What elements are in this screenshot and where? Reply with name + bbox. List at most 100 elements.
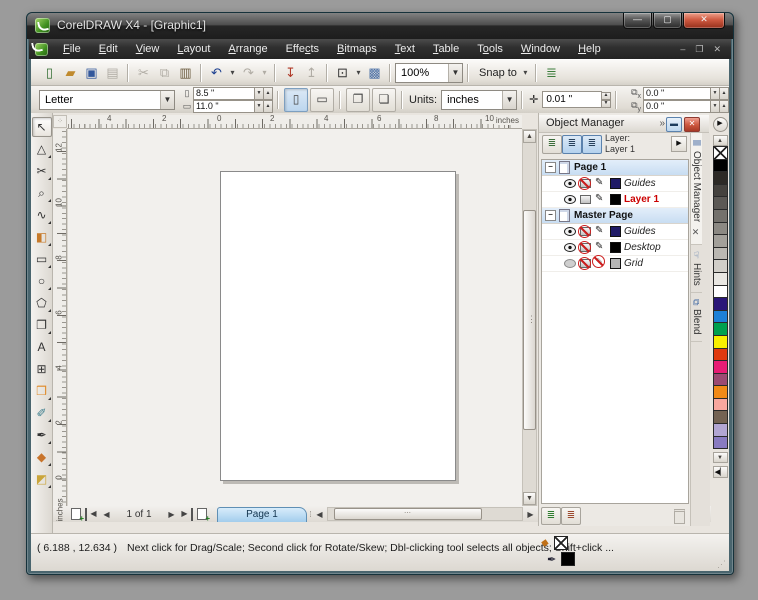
menu-table[interactable]: Table — [424, 41, 468, 57]
pencil-icon[interactable] — [595, 178, 606, 189]
new-master-layer-button[interactable]: ≣ — [561, 507, 581, 525]
add-page-icon[interactable] — [197, 508, 207, 520]
outline-pen-tool[interactable]: ✒ — [32, 425, 52, 445]
maximize-button[interactable]: ▢ — [653, 13, 682, 29]
palette-swatch-none[interactable] — [713, 146, 728, 160]
palette-swatch-pink[interactable] — [713, 398, 728, 412]
paper-width-field[interactable]: 8.5 " — [193, 87, 255, 100]
spin-up-icon[interactable]: ▲ — [720, 100, 729, 113]
paper-height-field[interactable]: 11.0 " — [193, 100, 255, 113]
menu-tools[interactable]: Tools — [468, 41, 512, 57]
tab-hints[interactable]: ☞Hints — [691, 245, 702, 293]
eye-icon[interactable] — [564, 195, 576, 204]
layer-row-guides[interactable]: Guides — [542, 224, 688, 240]
smart-fill-tool[interactable]: ◧ — [32, 227, 52, 247]
copy-icon[interactable]: ⧉ — [154, 63, 175, 83]
layer-row-grid[interactable]: Grid — [542, 256, 688, 272]
portrait-button[interactable]: ▯ — [284, 88, 308, 112]
palette-swatch-light-violet[interactable] — [713, 423, 728, 437]
chevron-down-icon[interactable]: ▼ — [160, 91, 174, 109]
doc-minimize-button[interactable]: – — [680, 44, 685, 55]
redo-icon[interactable]: ↷ — [238, 63, 259, 83]
palette-swatch-red[interactable] — [713, 348, 728, 362]
palette-swatch-yellow[interactable] — [713, 335, 728, 349]
palette-swatch-white[interactable] — [713, 285, 728, 299]
expander-icon[interactable]: − — [545, 162, 556, 173]
palette-swatch-black[interactable] — [713, 159, 728, 173]
table-tool[interactable]: ⊞ — [32, 359, 52, 379]
palette-swatch-40-black[interactable] — [713, 234, 728, 248]
printer-icon[interactable] — [580, 195, 591, 204]
expander-icon[interactable]: − — [545, 210, 556, 221]
title-bar[interactable]: CorelDRAW X4 - [Graphic1] — ▢ ✕ — [27, 13, 733, 39]
vertical-ruler[interactable]: 121086420 — [53, 129, 67, 506]
palette-swatch-80-black[interactable] — [713, 184, 728, 198]
palette-swatch-20-black[interactable] — [713, 259, 728, 273]
eye-icon[interactable] — [564, 259, 576, 268]
cut-icon[interactable]: ✂ — [133, 63, 154, 83]
horizontal-scroll-thumb[interactable]: ⋯ — [334, 508, 482, 520]
fill-color-swatch[interactable] — [554, 536, 568, 550]
menu-arrange[interactable]: Arrange — [219, 41, 276, 57]
palette-swatch-brown[interactable] — [713, 410, 728, 424]
text-tool[interactable]: A — [32, 337, 52, 357]
palette-swatch-70-black[interactable] — [713, 196, 728, 210]
export-icon[interactable]: ↥ — [301, 63, 322, 83]
horizontal-scrollbar[interactable]: ⋯ — [327, 507, 523, 521]
landscape-button[interactable]: ▭ — [310, 88, 334, 112]
pick-tool[interactable]: ↖ — [32, 117, 52, 137]
zoom-level-combo[interactable]: 100%▼ — [395, 63, 463, 83]
spin-down-icon[interactable]: ▼ — [255, 100, 264, 113]
pencil-icon[interactable] — [595, 242, 606, 253]
spin-up-icon[interactable]: ▲ — [264, 100, 273, 113]
snap-to-label[interactable]: Snap to — [473, 67, 520, 79]
docker-flyout-icon[interactable]: ▶ — [671, 136, 687, 152]
current-page-layout-button[interactable]: ❏ — [372, 88, 396, 112]
ruler-origin-icon[interactable]: ⁘ — [53, 115, 67, 128]
palette-swatch-green[interactable] — [713, 322, 728, 336]
menu-help[interactable]: Help — [569, 41, 610, 57]
nudge-offset-field[interactable]: 0.01 " — [542, 91, 602, 108]
scroll-up-icon[interactable]: ▲ — [523, 130, 536, 143]
palette-swatch-blue-violet[interactable] — [713, 297, 728, 311]
palette-swatch-10-black[interactable] — [713, 272, 728, 286]
printer-icon[interactable] — [580, 243, 591, 252]
palette-swatch-blue[interactable] — [713, 310, 728, 324]
print-icon[interactable]: ▤ — [102, 63, 123, 83]
all-pages-layout-button[interactable]: ❐ — [346, 88, 370, 112]
minimize-button[interactable]: — — [623, 13, 652, 29]
layer-manager-view-icon[interactable]: ≣ — [582, 135, 602, 154]
basic-shapes-tool[interactable]: ❐ — [32, 315, 52, 335]
crop-tool[interactable]: ✂ — [32, 161, 52, 181]
fill-tool[interactable]: ◆ — [32, 447, 52, 467]
scroll-right-icon[interactable]: ▶ — [524, 508, 537, 521]
spin-up-icon[interactable]: ▲ — [264, 87, 273, 100]
tab-object-manager[interactable]: ≣Object Manager✕ — [691, 133, 702, 245]
menu-file[interactable]: File — [54, 41, 90, 57]
close-button[interactable]: ✕ — [683, 13, 725, 29]
units-combo[interactable]: inches ▼ — [441, 90, 517, 110]
chevron-down-icon[interactable]: ▼ — [502, 91, 516, 109]
palette-swatch-60-black[interactable] — [713, 209, 728, 223]
menu-window[interactable]: Window — [512, 41, 569, 57]
show-object-properties-icon[interactable]: ≣ — [542, 135, 562, 154]
menu-view[interactable]: View — [127, 41, 169, 57]
duplicate-x-field[interactable]: 0.0 " — [643, 87, 711, 100]
printer-icon[interactable] — [580, 179, 591, 188]
spin-down-icon[interactable]: ▼ — [711, 100, 720, 113]
next-page-button[interactable]: ▶ — [165, 508, 178, 521]
tab-blend[interactable]: ⧉Blend — [691, 293, 702, 342]
palette-swatch-orange[interactable] — [713, 385, 728, 399]
palette-expand-icon[interactable]: ◀▏ — [713, 466, 728, 478]
eye-icon[interactable] — [564, 179, 576, 188]
snap-to-dropdown-icon[interactable]: ▾ — [520, 63, 531, 83]
interactive-blend-tool[interactable]: ❒ — [32, 381, 52, 401]
snapping-options-icon[interactable]: ≣ — [541, 63, 562, 83]
duplicate-y-field[interactable]: 0.0 " — [643, 100, 711, 113]
page-row-page-1[interactable]: −Page 1 — [542, 160, 688, 176]
menu-layout[interactable]: Layout — [168, 41, 219, 57]
docker-collapse-button[interactable]: ▬ — [666, 117, 682, 132]
paste-icon[interactable]: ▥ — [175, 63, 196, 83]
palette-swatch-30-black[interactable] — [713, 247, 728, 261]
horizontal-ruler[interactable]: inches 420246810 — [67, 115, 522, 129]
